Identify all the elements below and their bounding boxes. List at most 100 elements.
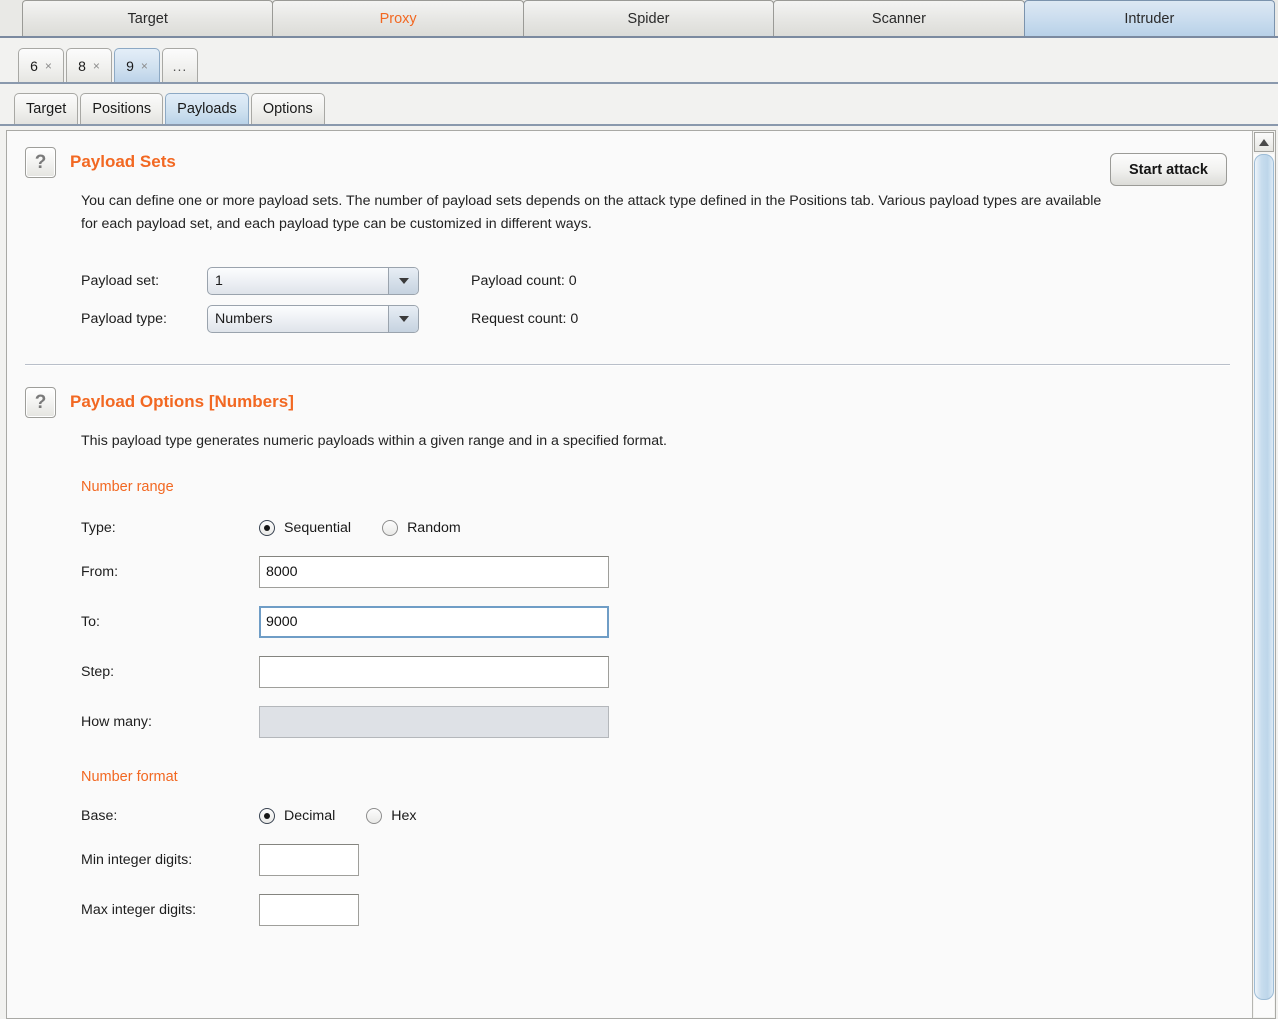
- app-tab-scanner-label: Scanner: [871, 11, 926, 27]
- payload-type-value: Numbers: [215, 311, 273, 327]
- how-many-input: [259, 706, 609, 738]
- min-digits-row: Min integer digits:: [81, 835, 1230, 885]
- number-range-group-title: Number range: [81, 479, 174, 495]
- tab-target-label: Target: [26, 101, 67, 117]
- request-count-label: Request count: 0: [471, 311, 579, 327]
- payload-set-dropdown[interactable]: 1: [207, 267, 419, 295]
- help-icon[interactable]: ?: [25, 387, 56, 418]
- tab-payloads[interactable]: Payloads: [165, 93, 249, 124]
- step-input[interactable]: [259, 656, 609, 688]
- payloads-scroll-area[interactable]: Start attack ? Payload Sets You can defi…: [7, 131, 1252, 1018]
- help-icon[interactable]: ?: [25, 147, 56, 178]
- tab-target[interactable]: Target: [14, 93, 79, 124]
- scrollbar-thumb[interactable]: [1254, 154, 1274, 1000]
- tab-options-label: Options: [262, 101, 313, 117]
- from-input[interactable]: [259, 556, 609, 588]
- number-format-group-title: Number format: [81, 769, 178, 785]
- intruder-sub-tab-bar: Target Positions Payloads Options: [0, 84, 1278, 126]
- scroll-up-arrow-icon[interactable]: [1254, 132, 1274, 152]
- payload-set-row: Payload set: 1 Payload count: 0: [81, 262, 1230, 300]
- attack-tab-9-label: 9: [126, 57, 134, 74]
- attack-tab-bar: 6 × 8 × 9 × ...: [0, 38, 1278, 84]
- number-format-form: Base: Decimal Hex Min integer digits: Ma…: [81, 797, 1230, 935]
- attack-tab-6[interactable]: 6 ×: [18, 48, 64, 82]
- base-label: Base:: [81, 808, 118, 824]
- radio-sequential-label: Sequential: [284, 520, 352, 536]
- close-icon[interactable]: ×: [141, 59, 148, 73]
- attack-tab-8-label: 8: [78, 57, 86, 74]
- max-digits-row: Max integer digits:: [81, 885, 1230, 935]
- app-tab-spider-label: Spider: [627, 11, 670, 27]
- app-tab-proxy[interactable]: Proxy: [272, 0, 524, 36]
- payload-type-label: Payload type:: [81, 311, 167, 327]
- application-tab-bar: Target Proxy Spider Scanner Intruder: [0, 0, 1278, 38]
- radio-random-label: Random: [407, 520, 461, 536]
- min-digits-label: Min integer digits:: [81, 852, 193, 868]
- tab-positions-label: Positions: [92, 101, 152, 117]
- payload-options-title: Payload Options [Numbers]: [70, 392, 294, 411]
- max-integer-digits-input[interactable]: [259, 894, 359, 926]
- range-step-row: Step:: [81, 647, 1230, 697]
- base-row: Base: Decimal Hex: [81, 797, 1230, 835]
- radio-sequential[interactable]: [259, 520, 275, 536]
- payload-options-description: This payload type generates numeric payl…: [81, 433, 667, 449]
- payloads-panel: Start attack ? Payload Sets You can defi…: [6, 130, 1276, 1019]
- range-type-row: Type: Sequential Random: [81, 509, 1230, 547]
- payload-set-value: 1: [215, 273, 223, 289]
- payload-sets-header: ? Payload Sets: [25, 147, 1230, 178]
- start-attack-button[interactable]: Start attack: [1110, 153, 1227, 186]
- chevron-down-icon[interactable]: [388, 306, 418, 332]
- range-to-label: To:: [81, 614, 100, 630]
- payload-sets-section: Start attack ? Payload Sets You can defi…: [7, 147, 1252, 338]
- app-tab-spider[interactable]: Spider: [522, 0, 775, 36]
- tab-options[interactable]: Options: [250, 93, 325, 124]
- attack-tab-overflow[interactable]: ...: [162, 48, 198, 82]
- range-from-row: From:: [81, 547, 1230, 597]
- payload-options-header: ? Payload Options [Numbers]: [25, 387, 1230, 418]
- max-digits-label: Max integer digits:: [81, 902, 197, 918]
- payload-sets-title: Payload Sets: [70, 152, 176, 171]
- app-tab-target[interactable]: Target: [22, 0, 274, 36]
- tab-positions[interactable]: Positions: [80, 93, 164, 124]
- to-input[interactable]: [259, 606, 609, 638]
- range-to-row: To:: [81, 597, 1230, 647]
- payload-sets-form: Payload set: 1 Payload count: 0 Payload …: [81, 262, 1230, 338]
- min-integer-digits-input[interactable]: [259, 844, 359, 876]
- payload-type-dropdown[interactable]: Numbers: [207, 305, 419, 333]
- scrollbar-track[interactable]: [1254, 154, 1274, 1017]
- attack-tab-8[interactable]: 8 ×: [66, 48, 112, 82]
- tab-payloads-label: Payloads: [177, 101, 237, 117]
- app-tab-intruder[interactable]: Intruder: [1023, 0, 1276, 36]
- close-icon[interactable]: ×: [93, 59, 100, 73]
- radio-hex[interactable]: [366, 808, 383, 824]
- app-tab-proxy-label: Proxy: [379, 11, 417, 27]
- range-type-label: Type:: [81, 520, 116, 536]
- close-icon[interactable]: ×: [45, 59, 52, 73]
- payloads-content-wrapper: Start attack ? Payload Sets You can defi…: [0, 126, 1278, 1019]
- attack-tab-6-label: 6: [30, 57, 38, 74]
- range-type-radio-group: Sequential Random: [259, 520, 483, 536]
- payload-count-label: Payload count: 0: [471, 273, 577, 289]
- payload-type-row: Payload type: Numbers Request count: 0: [81, 300, 1230, 338]
- radio-decimal-label: Decimal: [284, 808, 336, 824]
- attack-tab-overflow-label: ...: [172, 57, 188, 74]
- section-divider: [25, 364, 1230, 365]
- number-range-form: Type: Sequential Random From: To:: [81, 509, 1230, 747]
- radio-random[interactable]: [382, 520, 399, 536]
- range-from-label: From:: [81, 564, 119, 580]
- range-how-many-label: How many:: [81, 714, 152, 730]
- chevron-down-icon[interactable]: [388, 268, 418, 294]
- range-step-label: Step:: [81, 664, 115, 680]
- base-radio-group: Decimal Hex: [259, 808, 438, 824]
- radio-hex-label: Hex: [391, 808, 417, 824]
- app-tab-scanner[interactable]: Scanner: [773, 0, 1025, 36]
- payload-sets-description: You can define one or more payload sets.…: [81, 193, 1102, 232]
- radio-decimal[interactable]: [259, 808, 275, 824]
- range-how-many-row: How many:: [81, 697, 1230, 747]
- attack-tab-9[interactable]: 9 ×: [114, 48, 160, 82]
- app-tab-target-label: Target: [127, 11, 168, 27]
- vertical-scrollbar[interactable]: [1252, 131, 1275, 1018]
- payload-options-section: ? Payload Options [Numbers] This payload…: [7, 387, 1252, 935]
- app-tab-intruder-label: Intruder: [1124, 11, 1175, 27]
- payload-set-label: Payload set:: [81, 273, 160, 289]
